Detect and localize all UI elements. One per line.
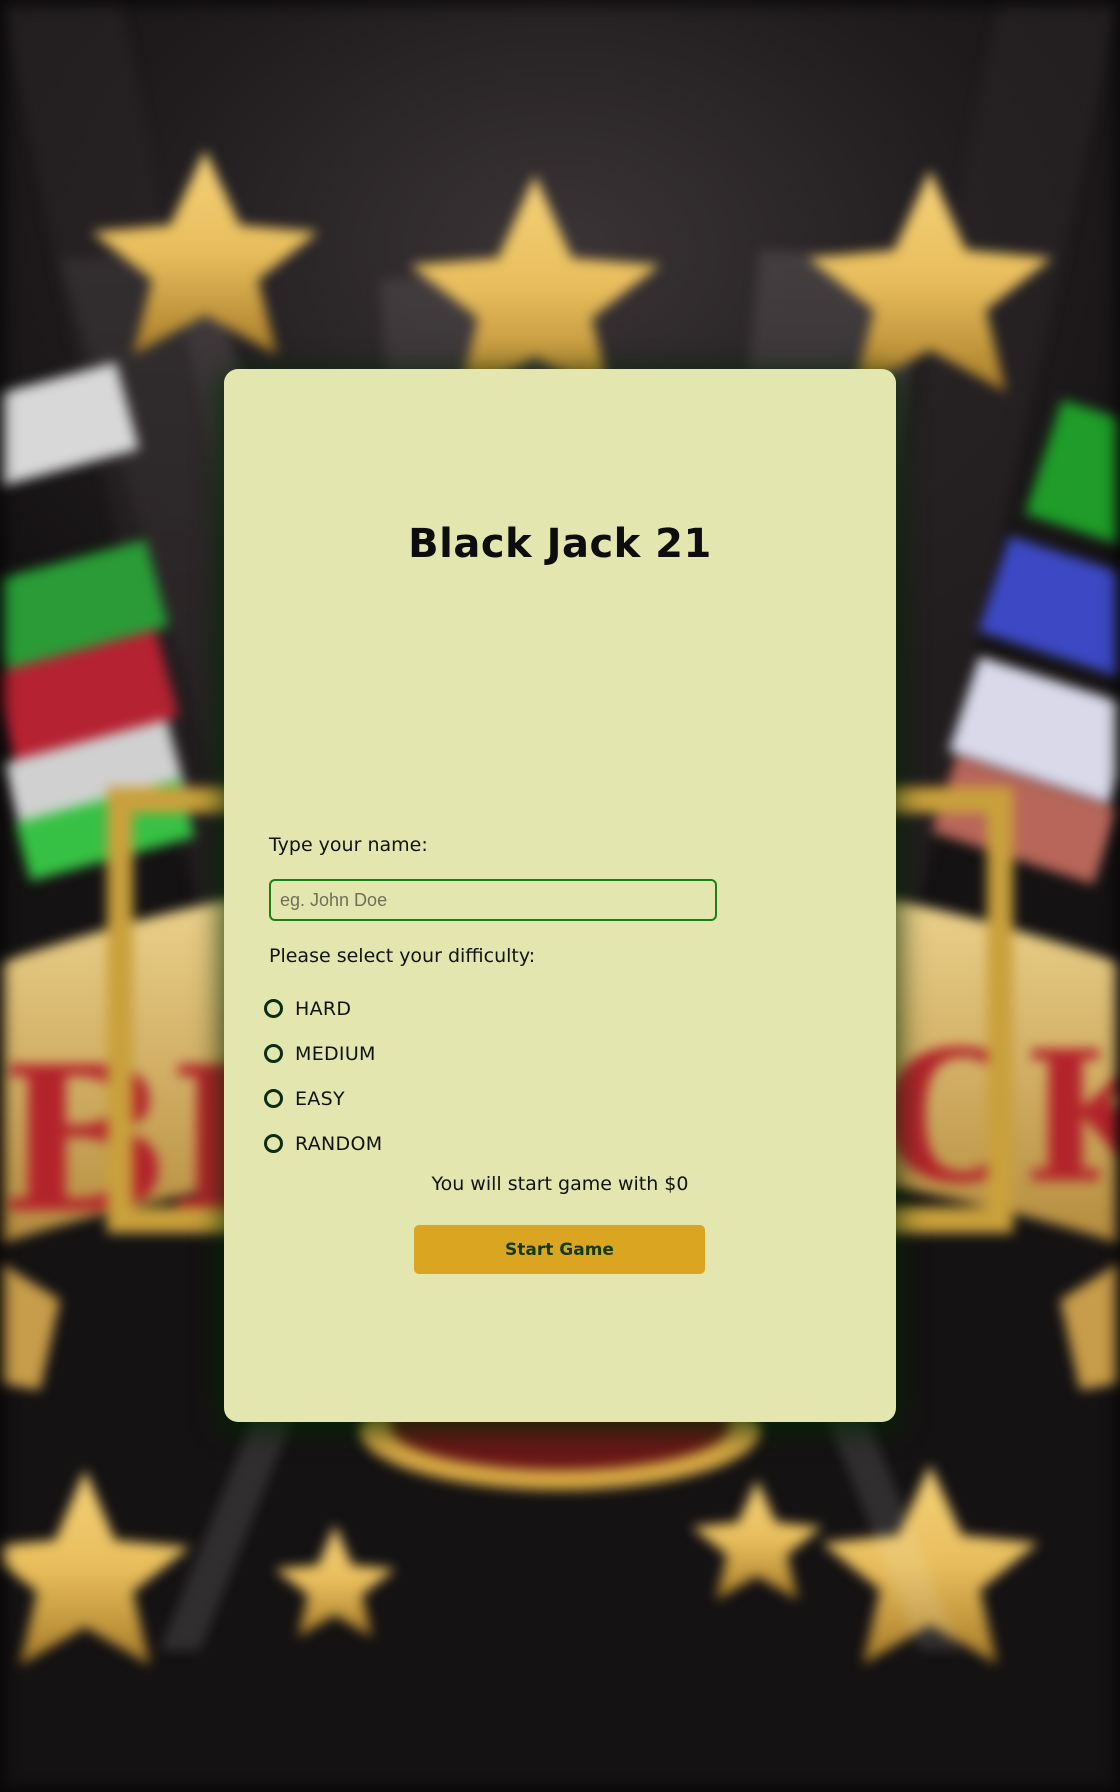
difficulty-option-hard[interactable]: HARD	[264, 986, 382, 1031]
name-label: Type your name:	[269, 834, 428, 856]
game-setup-card: Black Jack 21 Type your name: Please sel…	[224, 369, 896, 1422]
radio-button-medium[interactable]	[264, 1044, 283, 1063]
name-input[interactable]	[269, 879, 717, 921]
radio-button-hard[interactable]	[264, 999, 283, 1018]
difficulty-option-label: RANDOM	[295, 1132, 383, 1155]
start-game-button[interactable]: Start Game	[414, 1225, 705, 1274]
difficulty-option-label: MEDIUM	[295, 1042, 376, 1065]
difficulty-options: HARD MEDIUM EASY RANDOM	[264, 986, 382, 1166]
page-title: Black Jack 21	[408, 521, 712, 567]
difficulty-option-label: EASY	[295, 1087, 345, 1110]
starting-balance-text: You will start game with $0	[431, 1173, 689, 1195]
star-shape	[692, 1480, 822, 1600]
difficulty-option-medium[interactable]: MEDIUM	[264, 1031, 382, 1076]
difficulty-option-random[interactable]: RANDOM	[264, 1121, 382, 1166]
star-shape	[275, 1525, 395, 1637]
difficulty-option-label: HARD	[295, 997, 352, 1020]
star-shape	[0, 1470, 190, 1665]
difficulty-option-easy[interactable]: EASY	[264, 1076, 382, 1121]
radio-button-easy[interactable]	[264, 1089, 283, 1108]
difficulty-label: Please select your difficulty:	[269, 945, 536, 967]
radio-button-random[interactable]	[264, 1134, 283, 1153]
